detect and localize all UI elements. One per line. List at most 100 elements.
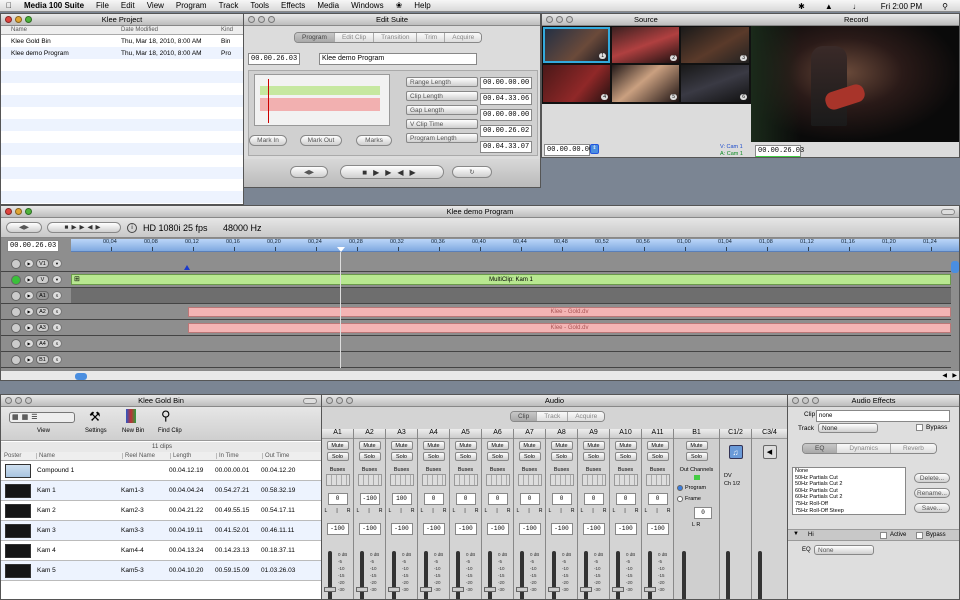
mute-button[interactable]: Mute [550,441,573,450]
tab-edit-clip[interactable]: Edit Clip [334,33,375,42]
volume-fader[interactable] [328,551,332,599]
source-timecode[interactable]: 00.00.00.00 [544,144,593,156]
tab-transition[interactable]: Transition [374,33,418,42]
track-play-icon[interactable]: ▶ [24,307,34,316]
shuttle-button[interactable]: ◀▶ [290,166,328,178]
gain-value[interactable]: -100 [486,523,509,535]
col-out[interactable]: Out Time [263,453,309,459]
tab-trim[interactable]: Trim [417,33,446,42]
list-item[interactable]: Klee Gold Bin Thu, Mar 18, 2010, 8:00 AM… [1,35,243,47]
gain-value[interactable]: -100 [518,523,541,535]
pan-value[interactable]: -100 [359,493,380,505]
edit-playhead[interactable] [268,79,269,123]
mute-button[interactable]: Mute [518,441,541,450]
col-length[interactable]: Length [171,453,217,459]
table-row[interactable]: Kam 3 Kam3-3 00.04.19.11 00.41.52.01 00.46.1… [1,521,321,541]
zoom-icon[interactable] [268,16,275,23]
track-play-icon[interactable]: ▶ [24,259,34,268]
marker-icon[interactable] [184,265,190,270]
bus-grid[interactable] [613,474,638,486]
col-kind[interactable]: Kind [221,27,233,33]
bluetooth-icon[interactable]: ✱ [792,2,811,11]
solo-button[interactable]: Solo [390,452,413,461]
minimize-icon[interactable] [15,397,22,404]
track-play-icon[interactable]: ▶ [24,275,34,284]
bus-grid[interactable] [325,474,350,486]
effects-titlebar[interactable]: Audio Effects [788,395,959,407]
tab-eq[interactable]: EQ [803,444,838,453]
solo-button[interactable]: Solo [614,452,637,461]
tab-program[interactable]: Program [295,33,335,42]
program-titlebar[interactable]: Klee demo Program [1,206,959,218]
save-preset-button[interactable]: Save... [914,503,950,513]
volume-fader[interactable] [392,551,396,599]
preset-item[interactable]: 60Hz Partials Cut 2 [795,494,905,501]
track-play-icon[interactable]: ▶ [24,339,34,348]
fader-knob[interactable] [612,587,624,592]
shuttle-button[interactable]: ◀▶ [6,222,42,233]
table-row[interactable]: Kam 2 Kam2-3 00.04.21.22 00.49.55.15 00.54.1… [1,501,321,521]
close-icon[interactable] [248,16,255,23]
table-row[interactable]: Compound 1 00.04.12.19 00.00.00.01 00.04.12… [1,461,321,481]
edit-timecode[interactable]: 00.00.26.03 [248,53,300,65]
pan-value[interactable]: 0 [423,493,444,505]
horizontal-scrollbar[interactable] [75,373,87,380]
gain-value[interactable]: -100 [326,523,349,535]
pan-value[interactable]: 0 [551,493,572,505]
track-solo-icon[interactable]: S [52,307,62,316]
fader-knob[interactable] [356,587,368,592]
menu-program[interactable]: Program [170,1,213,10]
play-back-icon[interactable]: ◀ [762,445,777,459]
clip-length-value[interactable]: 00.04.33.06 [480,93,532,105]
preset-item[interactable]: 75Hz Roll-Off [795,501,905,508]
mute-button[interactable]: Mute [486,441,509,450]
col-date[interactable]: Date Modified [121,27,221,33]
pan-slider[interactable]: L | R [421,508,447,514]
c12-fader[interactable] [726,551,730,599]
pan-value[interactable]: 0 [487,493,508,505]
project-titlebar[interactable]: Klee Project [1,14,243,26]
track-enable-toggle[interactable] [11,354,21,365]
new-bin-icon[interactable] [126,409,136,423]
audio-clip-segment[interactable]: Klee - Gold.dv [188,322,951,333]
playhead-handle-icon[interactable] [337,247,345,252]
bus-grid[interactable] [389,474,414,486]
fader-knob[interactable] [452,587,464,592]
scroll-right-icon[interactable]: ▶ [952,372,957,379]
volume-fader[interactable] [520,551,524,599]
c34-fader[interactable] [758,551,762,599]
table-row[interactable]: Kam 4 Kam4-4 00.04.13.24 00.14.23.13 00.18.3… [1,541,321,561]
toolbar-toggle[interactable] [303,398,317,404]
mute-button[interactable]: Mute [614,441,637,450]
track-enable-toggle[interactable] [11,322,21,333]
solo-button[interactable]: Solo [422,452,445,461]
table-row[interactable]: Kam 1 Kam1-3 00.04.04.24 00.54.27.21 00.58.3… [1,481,321,501]
solo-button[interactable]: Solo [454,452,477,461]
audio-titlebar[interactable]: Audio [322,395,787,407]
band-bypass-checkbox[interactable] [916,532,923,539]
track-play-icon[interactable]: ▶ [24,355,34,364]
minimize-icon[interactable] [802,397,809,404]
marks-button[interactable]: Marks [356,135,392,146]
speaker-icon[interactable]: ♫ [728,445,743,459]
track-solo-icon[interactable]: S [52,355,62,364]
track-solo-icon[interactable]: S [52,323,62,332]
pan-slider[interactable]: L | R [613,508,639,514]
preset-item[interactable]: None [795,468,905,475]
apple-icon[interactable]:  [0,1,18,10]
track-label[interactable]: V [36,275,49,284]
zoom-icon[interactable] [25,208,32,215]
mute-button[interactable]: Mute [326,441,349,450]
preset-item[interactable]: 60Hz Partials Cut [795,488,905,495]
edit-suite-titlebar[interactable]: Edit Suite [244,14,540,26]
pan-value[interactable]: 0 [583,493,604,505]
track-play-icon[interactable]: ▶ [24,323,34,332]
gain-value[interactable]: -100 [582,523,605,535]
zoom-icon[interactable] [566,16,573,23]
minimize-icon[interactable] [336,397,343,404]
multiclip-segment[interactable]: ⊞ MultiClip: Kam 1 [71,274,951,285]
disclosure-icon[interactable]: ▼ [793,531,799,537]
gain-value[interactable]: -100 [646,523,669,535]
tab-acquire[interactable]: Acquire [568,412,605,421]
solo-button[interactable]: Solo [582,452,605,461]
